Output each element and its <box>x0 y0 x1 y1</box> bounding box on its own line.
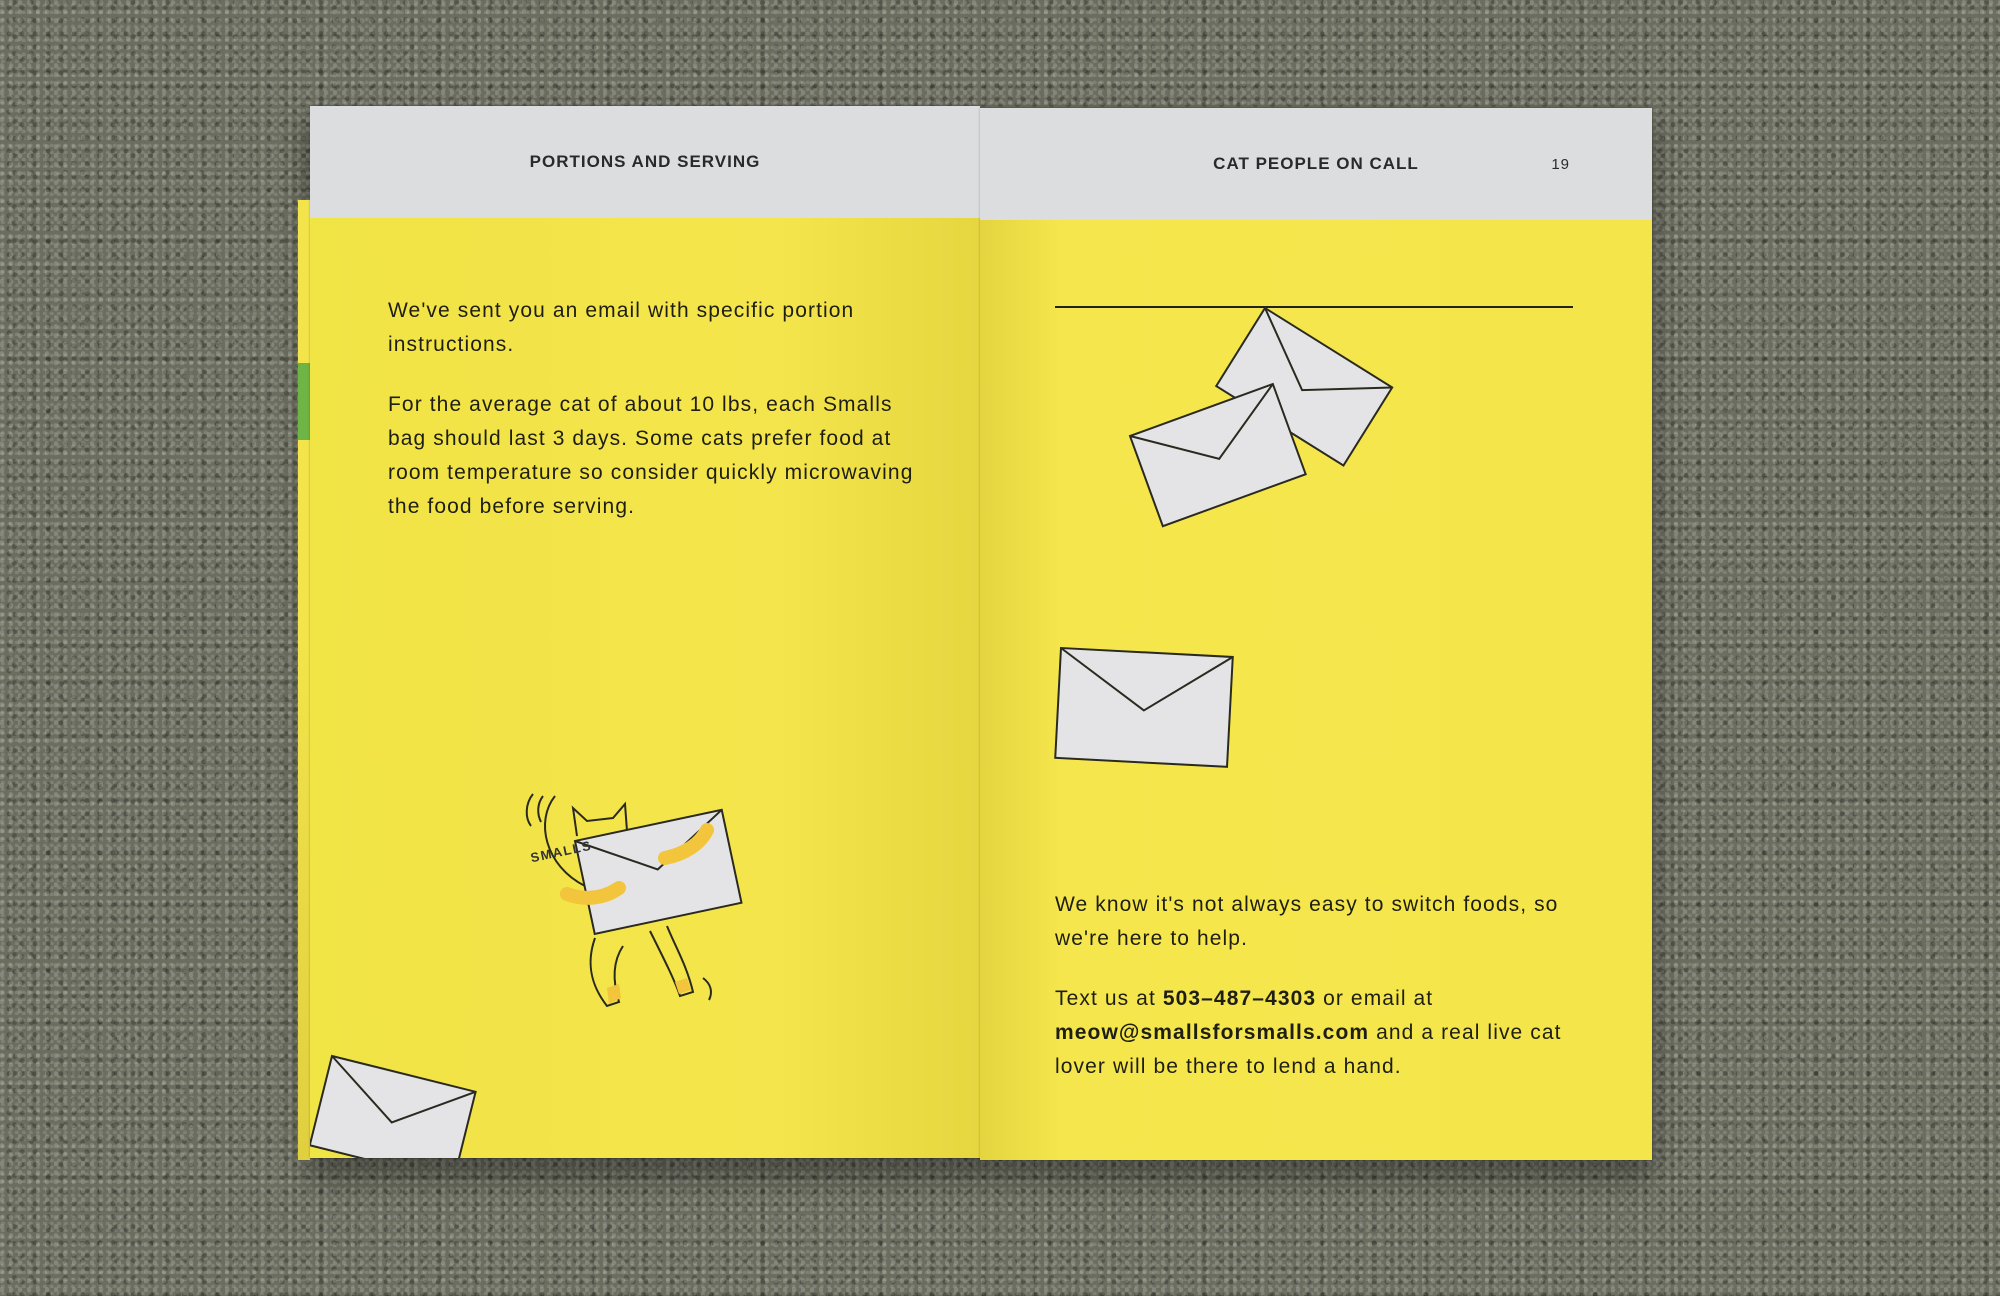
portion-average-cat-paragraph: For the average cat of about 10 lbs, eac… <box>388 393 914 518</box>
envelope-icon <box>1054 646 1234 768</box>
right-page-header: CAT PEOPLE ON CALL 19 <box>980 108 1652 220</box>
portion-email-paragraph: We've sent you an email with specific po… <box>388 299 855 356</box>
contact-prefix: Text us at <box>1055 987 1163 1010</box>
right-page-header-title: CAT PEOPLE ON CALL <box>1213 154 1419 173</box>
page-number: 19 <box>1551 156 1570 173</box>
left-page: PORTIONS AND SERVING We've sent you an e… <box>310 106 980 1158</box>
right-page: CAT PEOPLE ON CALL 19 We know it's not a… <box>980 108 1652 1160</box>
left-page-header-title: PORTIONS AND SERVING <box>529 152 761 171</box>
envelope-icon <box>310 1054 477 1158</box>
booklet-edge-pages <box>298 200 310 1160</box>
contact-paragraph: Text us at 503–487–4303 or email at meow… <box>1055 982 1595 1084</box>
phone-number: 503–487–4303 <box>1162 987 1317 1010</box>
left-page-header: PORTIONS AND SERVING <box>310 106 980 218</box>
gravel-surface: PORTIONS AND SERVING We've sent you an e… <box>0 0 2000 1296</box>
cat-illustration <box>525 793 743 1008</box>
contact-mid: or email at <box>1316 987 1434 1010</box>
envelope-icon <box>1128 382 1307 528</box>
email-address: meow@smallsforsmalls.com <box>1055 1021 1370 1044</box>
switch-foods-paragraph: We know it's not always easy to switch f… <box>1055 893 1559 950</box>
